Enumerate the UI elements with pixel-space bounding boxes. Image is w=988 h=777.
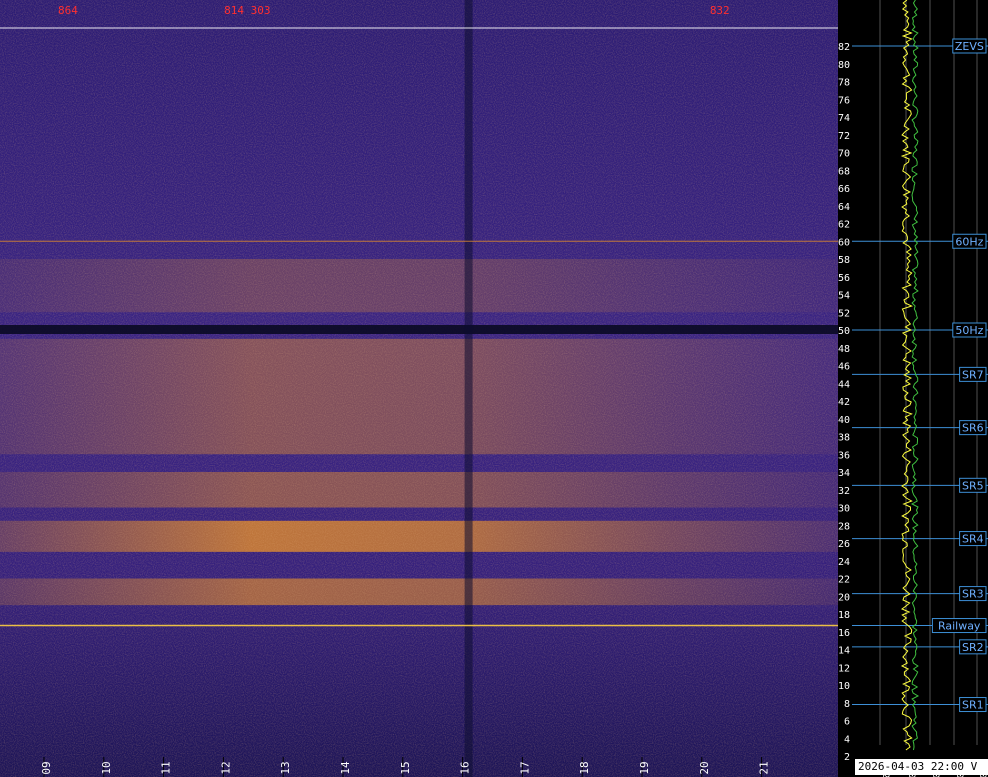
x-tick-label: 17	[518, 761, 531, 774]
station-marker-0: 864	[58, 4, 78, 17]
reference-label: SR2	[962, 641, 984, 654]
x-tick-label: 09	[40, 761, 53, 774]
spectrogram-noise	[0, 0, 838, 777]
x-tick-label: 11	[160, 761, 173, 774]
y-tick-label: 4	[844, 734, 850, 745]
y-tick-label: 80	[838, 60, 850, 71]
x-tick-label: 19	[638, 761, 651, 774]
reference-label: 50Hz	[955, 324, 983, 337]
reference-label: Railway	[938, 620, 981, 633]
y-tick-label: 72	[838, 131, 850, 142]
reference-label: SR5	[962, 479, 984, 492]
y-tick-label: 8	[844, 699, 850, 710]
y-tick-label: 60	[838, 237, 850, 248]
x-tick-label: 18	[578, 761, 591, 774]
y-tick-label: 74	[838, 113, 850, 124]
y-tick-label: 58	[838, 255, 850, 266]
reference-label: ZEVS	[955, 40, 984, 53]
x-tick-label: 20	[698, 761, 711, 774]
y-tick-label: 12	[838, 663, 850, 674]
y-tick-label: 66	[838, 184, 850, 195]
station-marker-2: 832	[710, 4, 730, 17]
y-tick-label: 16	[838, 628, 850, 639]
notch-50hz	[0, 325, 838, 334]
y-tick-label: 42	[838, 397, 850, 408]
x-tick-label: 15	[399, 761, 412, 774]
x-tick-label: 12	[219, 761, 232, 774]
y-tick-label: 48	[838, 344, 850, 355]
y-tick-label: 44	[838, 379, 850, 390]
x-tick-label: 14	[339, 761, 352, 775]
y-tick-label: 14	[838, 646, 850, 657]
y-tick-label: 76	[838, 95, 850, 106]
spectrogram-chart: 864 814 303 832 24681012141618202224262830…	[0, 0, 988, 777]
reference-label: SR4	[962, 533, 984, 546]
y-tick-label: 82	[838, 42, 850, 53]
y-tick-label: 54	[838, 291, 850, 302]
y-tick-label: 28	[838, 521, 850, 532]
y-tick-label: 10	[838, 681, 850, 692]
y-tick-label: 78	[838, 78, 850, 89]
timestamp-label: 2026-04-03 22:00 V	[855, 759, 988, 775]
y-tick-label: 24	[838, 557, 850, 568]
gap-16h	[464, 0, 473, 777]
y-tick-label: 56	[838, 273, 850, 284]
x-tick-label: 21	[758, 761, 771, 774]
reference-label: SR1	[962, 699, 984, 712]
reference-label: SR6	[962, 422, 984, 435]
y-tick-label: 40	[838, 415, 850, 426]
station-marker-1: 814 303	[224, 4, 270, 17]
y-tick-label: 26	[838, 539, 850, 550]
y-tick-label: 38	[838, 433, 850, 444]
y-tick-label: 70	[838, 149, 850, 160]
reference-label: SR3	[962, 588, 984, 601]
spectrum-panel-background	[852, 0, 988, 777]
y-tick-label: 6	[844, 717, 850, 728]
y-tick-label: 20	[838, 592, 850, 603]
x-tick-label: 13	[279, 761, 292, 774]
y-tick-label: 30	[838, 504, 850, 515]
y-tick-label: 64	[838, 202, 850, 213]
y-tick-label: 18	[838, 610, 850, 621]
frequency-axis: 2468101214161820222426283032343638404244…	[838, 0, 852, 777]
spectrum-panel: -120-100-90-80-70 ZEVS60Hz50HzSR7SR6SR5S…	[852, 0, 988, 777]
y-tick-label: 50	[838, 326, 850, 337]
reference-label: 60Hz	[955, 235, 983, 248]
y-tick-label: 36	[838, 450, 850, 461]
y-tick-label: 2	[844, 752, 850, 763]
y-tick-label: 68	[838, 166, 850, 177]
y-tick-label: 22	[838, 575, 850, 586]
y-tick-label: 32	[838, 486, 850, 497]
x-tick-label: 16	[459, 761, 472, 774]
y-tick-label: 52	[838, 308, 850, 319]
spectrogram-plot: 864 814 303 832	[0, 0, 838, 777]
y-tick-label: 46	[838, 362, 850, 373]
x-tick-label: 10	[100, 761, 113, 774]
reference-label: SR7	[962, 368, 984, 381]
y-tick-label: 34	[838, 468, 850, 479]
y-tick-label: 62	[838, 220, 850, 231]
